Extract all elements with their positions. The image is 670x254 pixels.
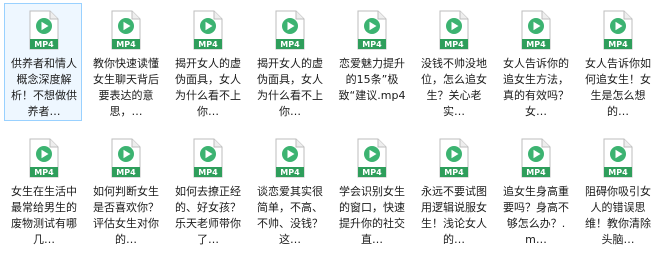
svg-text:MP4: MP4 [444, 168, 464, 177]
file-name: 阻碍你吸引女人的错误思维！教你清除头脑… [585, 185, 651, 246]
file-name: 没钱不帅没地位，怎么追女生？关心老实… [421, 57, 487, 118]
svg-text:MP4: MP4 [116, 168, 136, 177]
file-item-5[interactable]: MP4 恋爱魅力提升的15条”极致“建议.mp4 [332, 3, 410, 121]
file-item-6[interactable]: MP4 没钱不帅没地位，怎么追女生？关心老实… [414, 3, 492, 121]
file-item-2[interactable]: MP4 教你快速读懂女生聊天背后要表达的意思，… [86, 3, 164, 121]
file-name: 女人告诉你的追女生方法，真的有效吗？女… [503, 57, 569, 118]
svg-text:MP4: MP4 [198, 168, 218, 177]
svg-text:MP4: MP4 [362, 168, 382, 177]
mp4-file-icon: MP4 [29, 10, 59, 50]
file-item-13[interactable]: MP4 学会识别女生的窗口，快速提升你的社交直… [332, 131, 410, 249]
svg-text:MP4: MP4 [608, 168, 628, 177]
file-item-10[interactable]: MP4 如何判断女生是否喜欢你？评估女生对你的… [86, 131, 164, 249]
file-name: 学会识别女生的窗口，快速提升你的社交直… [339, 185, 405, 246]
mp4-file-icon: MP4 [111, 138, 141, 178]
svg-text:MP4: MP4 [362, 40, 382, 49]
mp4-file-icon: MP4 [29, 138, 59, 178]
file-item-14[interactable]: MP4 永远不要试图用逻辑说服女生！浅论女人的… [414, 131, 492, 249]
file-grid: MP4 供养者和情人概念深度解析！不想做供养者… MP4 教你快速读懂女生聊天背… [0, 0, 670, 254]
file-item-16[interactable]: MP4 阻碍你吸引女人的错误思维！教你清除头脑… [578, 131, 656, 249]
file-name: 如何去撩正经的、好女孩？乐天老师带你了… [175, 185, 241, 246]
mp4-file-icon: MP4 [521, 138, 551, 178]
file-item-15[interactable]: MP4 追女生身高重要吗？身高不够怎么办？.m… [496, 131, 574, 249]
file-name: 永远不要试图用逻辑说服女生！浅论女人的… [421, 185, 487, 246]
svg-text:MP4: MP4 [608, 40, 628, 49]
mp4-file-icon: MP4 [193, 10, 223, 50]
file-item-4[interactable]: MP4 揭开女人的虚伪面具，女人为什么看不上你… [250, 3, 328, 121]
mp4-file-icon: MP4 [603, 10, 633, 50]
mp4-file-icon: MP4 [275, 138, 305, 178]
file-name: 女人告诉你如何追女生！女生是怎么想的… [585, 57, 651, 118]
file-item-8[interactable]: MP4 女人告诉你如何追女生！女生是怎么想的… [578, 3, 656, 121]
mp4-file-icon: MP4 [275, 10, 305, 50]
svg-text:MP4: MP4 [34, 168, 54, 177]
mp4-file-icon: MP4 [193, 138, 223, 178]
file-item-12[interactable]: MP4 谈恋爱其实很简单，不高、不帅、没钱？这… [250, 131, 328, 249]
svg-text:MP4: MP4 [526, 40, 546, 49]
svg-text:MP4: MP4 [116, 40, 136, 49]
mp4-file-icon: MP4 [357, 10, 387, 50]
mp4-file-icon: MP4 [357, 138, 387, 178]
mp4-file-icon: MP4 [603, 138, 633, 178]
svg-text:MP4: MP4 [280, 40, 300, 49]
file-name: 恋爱魅力提升的15条”极致“建议.mp4 [338, 57, 406, 102]
svg-text:MP4: MP4 [34, 40, 54, 49]
file-item-1[interactable]: MP4 供养者和情人概念深度解析！不想做供养者… [4, 3, 82, 121]
svg-text:MP4: MP4 [280, 168, 300, 177]
mp4-file-icon: MP4 [439, 10, 469, 50]
file-name: 如何判断女生是否喜欢你？评估女生对你的… [93, 185, 159, 246]
file-item-3[interactable]: MP4 揭开女人的虚伪面具，女人为什么看不上你… [168, 3, 246, 121]
svg-text:MP4: MP4 [198, 40, 218, 49]
file-name: 教你快速读懂女生聊天背后要表达的意思，… [93, 57, 159, 118]
mp4-file-icon: MP4 [439, 138, 469, 178]
file-name: 揭开女人的虚伪面具，女人为什么看不上你… [175, 57, 241, 118]
file-name: 女生在生活中最常给男生的废物测试有哪几… [11, 185, 77, 246]
file-name: 揭开女人的虚伪面具，女人为什么看不上你… [257, 57, 323, 118]
file-name: 追女生身高重要吗？身高不够怎么办？.m… [503, 185, 569, 246]
svg-text:MP4: MP4 [526, 168, 546, 177]
file-name: 谈恋爱其实很简单，不高、不帅、没钱？这… [257, 185, 323, 246]
file-item-7[interactable]: MP4 女人告诉你的追女生方法，真的有效吗？女… [496, 3, 574, 121]
file-item-9[interactable]: MP4 女生在生活中最常给男生的废物测试有哪几… [4, 131, 82, 249]
svg-text:MP4: MP4 [444, 40, 464, 49]
mp4-file-icon: MP4 [521, 10, 551, 50]
file-name: 供养者和情人概念深度解析！不想做供养者… [11, 57, 77, 118]
mp4-file-icon: MP4 [111, 10, 141, 50]
file-item-11[interactable]: MP4 如何去撩正经的、好女孩？乐天老师带你了… [168, 131, 246, 249]
